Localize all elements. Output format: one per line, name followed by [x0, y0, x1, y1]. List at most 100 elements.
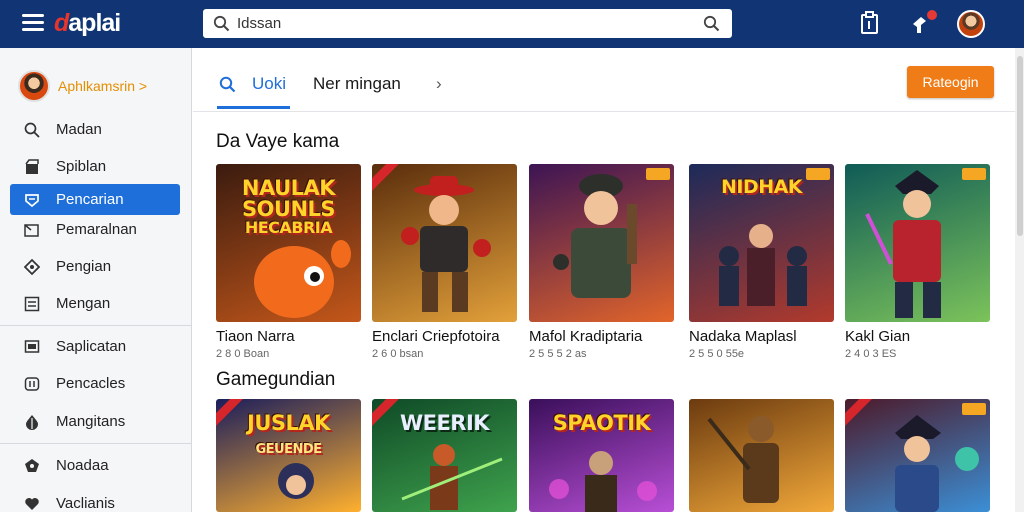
game-thumbnail: [372, 164, 517, 322]
sidebar-item-pencarian[interactable]: Pencarian: [10, 184, 180, 215]
list-icon: [22, 294, 42, 314]
game-card[interactable]: [689, 399, 834, 512]
tab-uoki[interactable]: Uoki: [252, 74, 286, 94]
user-avatar[interactable]: [957, 10, 985, 38]
game-thumbnail: NAULAK SOUNLS HECABRIA: [216, 164, 361, 322]
game-card[interactable]: Enclari Criepfotoira 2 6 0 bsan: [372, 164, 517, 360]
game-card[interactable]: Mafol Kradiptaria 2 5 5 5 2 as: [529, 164, 674, 360]
sidebar-divider: [0, 325, 192, 326]
notification-badge: [926, 9, 938, 21]
sidebar: Aphlkamsrin > Madan Spiblan Pencarian Pe…: [0, 48, 192, 512]
game-card[interactable]: WEERIK: [372, 399, 517, 512]
drop-icon: [22, 412, 42, 432]
search-icon: [213, 15, 230, 32]
young-hero-illustration: [895, 415, 979, 512]
sidebar-profile[interactable]: Aphlkamsrin >: [18, 70, 147, 102]
sidebar-item-pengian[interactable]: Pengian: [10, 251, 180, 282]
orange-creature-illustration: [254, 240, 351, 318]
sidebar-item-vaclianis[interactable]: Vaclianis: [10, 488, 180, 512]
game-title: Nadaka Maplasl: [689, 328, 797, 345]
warrior-illustration: [707, 416, 779, 503]
sidebar-item-mengan[interactable]: Mengan: [10, 288, 180, 319]
shield-star-icon: [22, 456, 42, 476]
sidebar-item-pemaralnan[interactable]: Pemaralnan: [10, 214, 180, 245]
game-card[interactable]: JUSLAK GEUENDE: [216, 399, 361, 512]
heart-icon: [22, 494, 42, 512]
folder-icon: [22, 220, 42, 240]
sidebar-item-label: Pencarian: [56, 191, 124, 208]
game-thumbnail: [689, 399, 834, 512]
menu-icon[interactable]: [22, 14, 44, 32]
active-tab-indicator: [217, 106, 290, 109]
hooded-hero-illustration: [278, 463, 314, 499]
sidebar-item-noadaa[interactable]: Noadaa: [10, 450, 180, 481]
archer-illustration: [401, 444, 503, 510]
game-thumbnail: [845, 399, 990, 512]
game-thumbnail: WEERIK: [372, 399, 517, 512]
game-card[interactable]: [845, 399, 990, 512]
game-meta: 2 4 0 3 ES: [845, 348, 897, 360]
game-title: Tiaon Narra: [216, 328, 295, 345]
sidebar-divider: [0, 443, 192, 444]
blade-hero-illustration: [865, 170, 941, 318]
store-icon: [22, 157, 42, 177]
tabs-next-chevron-icon[interactable]: ›: [436, 74, 442, 94]
mage-illustration: [549, 451, 657, 512]
gamepad-icon: [22, 374, 42, 394]
sidebar-item-label: Pencacles: [56, 375, 126, 392]
sidebar-item-madan[interactable]: Madan: [10, 114, 180, 145]
sidebar-item-mangitans[interactable]: Mangitans: [10, 406, 180, 437]
sidebar-item-label: Pengian: [56, 258, 112, 275]
profile-name: Aphlkamsrin >: [58, 78, 148, 94]
diamond-icon: [22, 257, 42, 277]
game-meta: 2 6 0 bsan: [372, 348, 424, 360]
sidebar-item-label: Mengan: [56, 295, 111, 312]
sidebar-item-label: Noadaa: [56, 457, 109, 474]
search-icon[interactable]: [219, 76, 236, 93]
cta-button[interactable]: Rateogin: [907, 66, 994, 98]
scrollbar-thumb[interactable]: [1017, 56, 1023, 236]
profile-avatar: [18, 70, 50, 102]
search-submit-icon[interactable]: [703, 15, 720, 32]
game-card[interactable]: Kakl Gian 2 4 0 3 ES: [845, 164, 990, 360]
sidebar-item-label: Mangitans: [56, 413, 126, 430]
sidebar-item-spiblan[interactable]: Spiblan: [10, 151, 180, 182]
notification-icon[interactable]: [910, 9, 938, 37]
tab-ner-mingan[interactable]: Ner mingan: [313, 74, 401, 94]
game-card[interactable]: NAULAK SOUNLS HECABRIA Tiaon Narra 2 8 0…: [216, 164, 361, 360]
shield-icon: [22, 190, 42, 210]
game-card[interactable]: NIDHAK Nadaka Maplasl 2 5 5 0 55e: [689, 164, 834, 360]
game-thumbnail: SPAOTIK: [529, 399, 674, 512]
game-meta: 2 5 5 5 2 as: [529, 348, 587, 360]
clipboard-icon[interactable]: [859, 11, 883, 37]
soldier-girl-illustration: [553, 174, 637, 298]
screen-icon: [22, 337, 42, 357]
game-meta: 2 8 0 Boan: [216, 348, 270, 360]
game-title: Mafol Kradiptaria: [529, 328, 643, 345]
app-logo[interactable]: daplai: [54, 9, 121, 38]
sidebar-item-saplicatan[interactable]: Saplicatan: [10, 331, 180, 362]
ninja-squad-illustration: [719, 224, 807, 306]
sidebar-item-label: Vaclianis: [56, 495, 115, 512]
search-icon: [22, 120, 42, 140]
content-tabs: Uoki Ner mingan ›: [193, 48, 1024, 112]
search-input[interactable]: [237, 15, 687, 32]
game-title: Kakl Gian: [845, 328, 911, 345]
sidebar-item-pencacles[interactable]: Pencacles: [10, 368, 180, 399]
sidebar-item-label: Pemaralnan: [56, 221, 137, 238]
top-app-bar: daplai: [0, 0, 1024, 48]
game-thumbnail: [529, 164, 674, 322]
game-thumbnail: [845, 164, 990, 322]
section-title: Gamegundian: [216, 369, 336, 390]
search-bar[interactable]: [203, 9, 732, 38]
game-card[interactable]: SPAOTIK: [529, 399, 674, 512]
section-title: Da Vaye kama: [216, 131, 340, 152]
sidebar-item-label: Saplicatan: [56, 338, 127, 355]
game-title: Enclari Criepfotoira: [372, 328, 500, 345]
cowboy-hero-illustration: [401, 176, 491, 312]
sidebar-item-label: Spiblan: [56, 158, 107, 175]
sidebar-item-label: Madan: [56, 121, 102, 138]
game-thumbnail: NIDHAK: [689, 164, 834, 322]
game-thumbnail: JUSLAK GEUENDE: [216, 399, 361, 512]
game-meta: 2 5 5 0 55e: [689, 348, 745, 360]
